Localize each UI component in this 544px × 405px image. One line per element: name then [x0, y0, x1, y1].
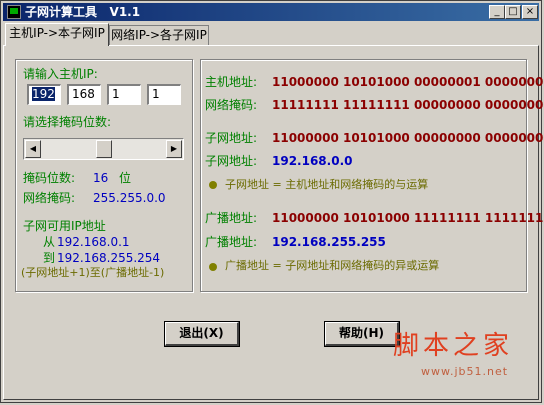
- slider-right-arrow[interactable]: ▶: [166, 140, 182, 158]
- minimize-button[interactable]: _: [489, 5, 505, 19]
- broadcast-note: 广播地址 = 子网地址和网络掩码的异或运算: [225, 259, 440, 272]
- result-group-box: [200, 59, 527, 292]
- broadcast-addr-value: 192.168.255.255: [272, 235, 386, 249]
- host-addr-binary: 11000000 10101000 00000001 00000001: [272, 75, 544, 89]
- subnet-addr-label: 子网地址:: [205, 154, 258, 168]
- mask-bits-slider[interactable]: ◀ ▶: [23, 138, 184, 160]
- ip-octet-4-input[interactable]: 1: [147, 84, 181, 105]
- ip-octet-3-input[interactable]: 1: [107, 84, 141, 105]
- watermark-url: www.jb51.net: [421, 365, 509, 378]
- window-title: 子网计算工具 V1.1: [25, 5, 141, 19]
- netmask-label: 网络掩码:: [23, 191, 76, 205]
- mask-bits-prompt: 请选择掩码位数:: [23, 115, 112, 129]
- to-label: 到: [43, 251, 56, 265]
- watermark-title: 脚本之家: [393, 331, 514, 361]
- mask-bits-value: 16: [93, 171, 109, 185]
- subnet-addr-value: 192.168.0.0: [272, 154, 353, 168]
- from-value: 192.168.0.1: [57, 235, 130, 249]
- ip-octet-2-input[interactable]: 168: [67, 84, 101, 105]
- mask-bits-label: 掩码位数:: [23, 171, 76, 185]
- tab-host-ip[interactable]: 主机IP->本子网IP: [5, 23, 109, 46]
- host-ip-label: 请输入主机IP:: [23, 67, 98, 81]
- slider-thumb[interactable]: [96, 140, 112, 158]
- usable-ip-label: 子网可用IP地址: [23, 219, 106, 233]
- exit-button[interactable]: 退出(X): [164, 321, 240, 347]
- mask-bits-unit: 位: [119, 171, 132, 185]
- netmask-value: 255.255.0.0: [93, 191, 166, 205]
- to-value: 192.168.255.254: [57, 251, 161, 265]
- tab-network-ip[interactable]: 网络IP->各子网IP: [109, 25, 209, 45]
- range-note: (子网地址+1)至(广播地址-1): [21, 266, 165, 279]
- maximize-button[interactable]: □: [505, 5, 521, 19]
- slider-left-arrow[interactable]: ◀: [25, 140, 41, 158]
- app-icon: [7, 5, 21, 19]
- help-button[interactable]: 帮助(H): [324, 321, 400, 347]
- bullet-icon: [209, 181, 217, 189]
- subnet-note: 子网地址 = 主机地址和网络掩码的与运算: [225, 178, 429, 191]
- mask-label: 网络掩码:: [205, 98, 258, 112]
- broadcast-label: 广播地址:: [205, 211, 258, 225]
- mask-binary: 11111111 11111111 00000000 00000000: [272, 98, 544, 112]
- ip-octet-1-input[interactable]: 192: [27, 84, 61, 105]
- host-addr-label: 主机地址:: [205, 75, 258, 89]
- bullet-icon: [209, 263, 217, 271]
- broadcast-addr-label: 广播地址:: [205, 235, 258, 249]
- subnet-binary: 11000000 10101000 00000000 00000000: [272, 131, 544, 145]
- app-window: 子网计算工具 V1.1 _ □ × 主机IP->本子网IP 网络IP->各子网I…: [0, 0, 544, 403]
- subnet-label: 子网地址:: [205, 131, 258, 145]
- broadcast-binary: 11000000 10101000 11111111 11111111: [272, 211, 544, 225]
- from-label: 从: [43, 235, 56, 249]
- close-button[interactable]: ×: [522, 5, 538, 19]
- ip-octet-1-value: 192: [32, 87, 55, 101]
- title-bar[interactable]: 子网计算工具 V1.1 _ □ ×: [3, 3, 539, 21]
